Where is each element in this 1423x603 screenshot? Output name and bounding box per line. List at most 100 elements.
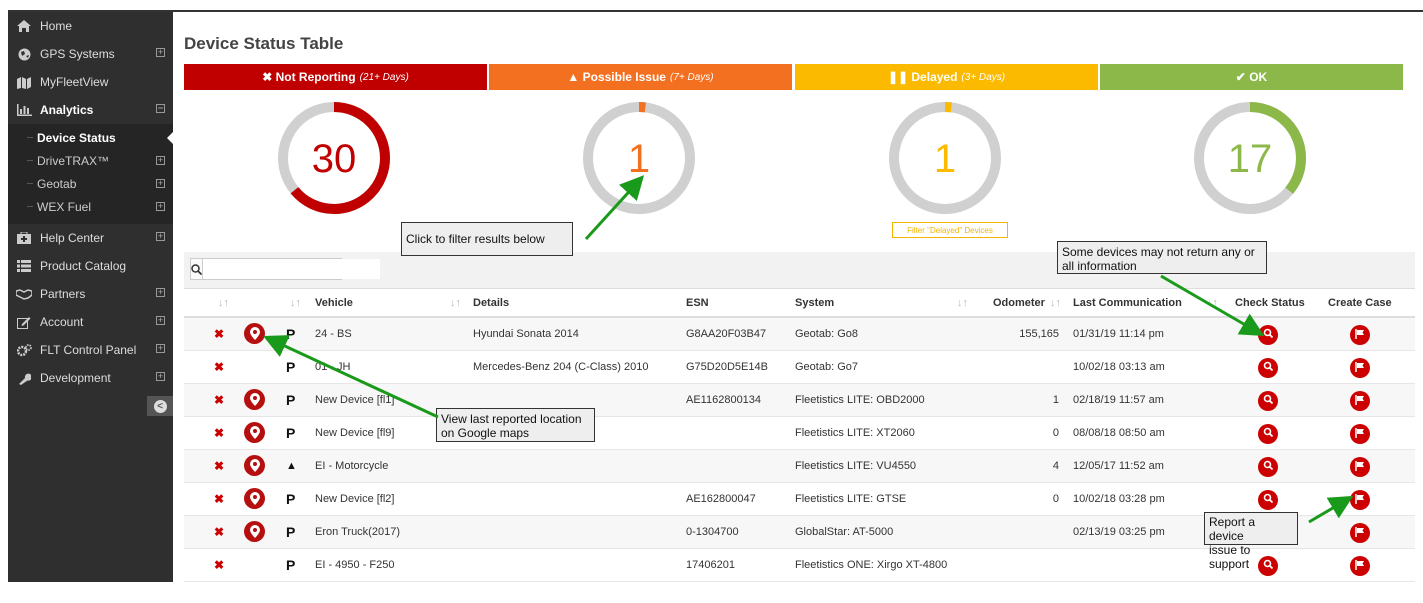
- status-header[interactable]: ✖ Not Reporting (21+ Days): [184, 64, 487, 90]
- search-input[interactable]: [203, 259, 380, 279]
- sidebar-item-myfleetview[interactable]: MyFleetView: [8, 68, 173, 96]
- sort-icon[interactable]: ↓↑: [450, 297, 461, 309]
- status-label: OK: [1249, 70, 1268, 84]
- create-case-button[interactable]: [1350, 457, 1370, 477]
- sidebar-subitem-device-status[interactable]: Device Status: [8, 126, 173, 149]
- subitem-label: WEX Fuel: [37, 199, 92, 214]
- donut-gauge[interactable]: 1: [887, 100, 1003, 216]
- check-status-button[interactable]: [1258, 325, 1278, 345]
- cell-last-communication: 01/31/19 11:14 pm: [1073, 328, 1164, 340]
- cell-odometer: 1: [1052, 394, 1059, 406]
- create-case-button[interactable]: [1350, 490, 1370, 510]
- expand-icon[interactable]: +: [156, 179, 165, 188]
- search-icon: [1263, 328, 1274, 342]
- create-case-button[interactable]: [1350, 358, 1370, 378]
- col-create-case: Create Case: [1328, 297, 1392, 309]
- callout-text: issue to support: [1209, 543, 1251, 571]
- cell-vehicle: EI - Motorcycle: [315, 460, 389, 472]
- cell-system: Geotab: Go8: [795, 328, 858, 340]
- status-header[interactable]: ▲ Possible Issue (7+ Days): [489, 64, 792, 90]
- map-pin-icon[interactable]: [244, 389, 265, 410]
- sidebar-item-analytics[interactable]: Analytics −: [8, 96, 173, 124]
- filter-delayed-button[interactable]: Filter "Delayed" Devices: [892, 222, 1008, 238]
- create-case-button[interactable]: [1350, 424, 1370, 444]
- expand-icon[interactable]: +: [156, 288, 165, 297]
- col-last-communication[interactable]: Last Communication: [1073, 297, 1182, 309]
- status-header[interactable]: ✔ OK: [1100, 64, 1403, 90]
- col-esn[interactable]: ESN: [686, 297, 709, 309]
- sidebar-item-account[interactable]: Account +: [8, 308, 173, 336]
- donut-gauge[interactable]: 1: [581, 100, 697, 216]
- donut-gauge[interactable]: 17: [1192, 100, 1308, 216]
- sort-icon[interactable]: ↓↑: [218, 297, 229, 309]
- sidebar-collapse-button[interactable]: <: [147, 396, 173, 416]
- sidebar-item-gps-systems[interactable]: GPS Systems +: [8, 40, 173, 68]
- callout-google-maps: View last reported location on Google map…: [436, 408, 595, 442]
- expand-icon[interactable]: +: [156, 232, 165, 241]
- map-pin-icon[interactable]: [244, 521, 265, 542]
- search-icon: [191, 259, 203, 279]
- status-label: Possible Issue: [582, 70, 666, 84]
- sidebar-item-flt-control-panel[interactable]: FLT Control Panel +: [8, 336, 173, 364]
- search-icon: [1263, 361, 1274, 375]
- sort-icon[interactable]: ↓↑: [957, 297, 968, 309]
- check-status-button[interactable]: [1258, 457, 1278, 477]
- check-status-button[interactable]: [1258, 391, 1278, 411]
- sidebar-subitem-geotab[interactable]: Geotab +: [8, 172, 173, 195]
- sidebar-item-partners[interactable]: Partners +: [8, 280, 173, 308]
- expand-icon[interactable]: +: [156, 316, 165, 325]
- flag-icon: [1355, 493, 1365, 507]
- expand-icon[interactable]: +: [156, 156, 165, 165]
- sidebar-item-product-catalog[interactable]: Product Catalog: [8, 252, 173, 280]
- col-vehicle[interactable]: Vehicle: [315, 297, 353, 309]
- expand-icon[interactable]: +: [156, 202, 165, 211]
- edit-icon: [16, 315, 32, 329]
- sidebar-item-label: Account: [40, 315, 84, 329]
- status-card-delayed[interactable]: ❚❚ Delayed (3+ Days) 1 Filter "Delayed" D…: [795, 64, 1098, 264]
- create-case-button[interactable]: [1350, 391, 1370, 411]
- col-system[interactable]: System: [795, 297, 834, 309]
- expand-icon[interactable]: +: [156, 372, 165, 381]
- sidebar-item-development[interactable]: Development +: [8, 364, 173, 392]
- collapse-icon[interactable]: −: [156, 104, 165, 113]
- vehicle-type-label: P: [286, 392, 296, 408]
- col-details[interactable]: Details: [473, 297, 509, 309]
- sort-icon[interactable]: ↓↑: [1207, 297, 1218, 309]
- status-card-ok[interactable]: ✔ OK 17: [1100, 64, 1403, 264]
- create-case-button[interactable]: [1350, 523, 1370, 543]
- expand-icon[interactable]: +: [156, 48, 165, 57]
- check-status-button[interactable]: [1258, 490, 1278, 510]
- map-pin-icon[interactable]: [244, 488, 265, 509]
- create-case-button[interactable]: [1350, 556, 1370, 576]
- flag-icon: [1355, 427, 1365, 441]
- vehicle-type-label: P: [286, 359, 296, 375]
- sidebar-item-home[interactable]: Home: [8, 12, 173, 40]
- callout-text: on Google maps: [441, 426, 530, 440]
- expand-icon[interactable]: +: [156, 344, 165, 353]
- subitem-label: Geotab: [37, 176, 77, 191]
- flag-icon: [1355, 526, 1365, 540]
- not-reporting-x-icon: ✖: [214, 360, 225, 374]
- map-pin-icon[interactable]: [244, 422, 265, 443]
- handshake-icon: [16, 287, 32, 301]
- sidebar-item-label: Analytics: [40, 103, 94, 117]
- map-pin-icon[interactable]: [244, 323, 265, 344]
- create-case-button[interactable]: [1350, 325, 1370, 345]
- flag-icon: [1355, 559, 1365, 573]
- cell-esn: AE1162800134: [686, 394, 762, 406]
- sort-icon[interactable]: ↓↑: [290, 297, 301, 309]
- status-header[interactable]: ❚❚ Delayed (3+ Days): [795, 64, 1098, 90]
- col-check-status: Check Status: [1235, 297, 1305, 309]
- sidebar-subitem-drivetrax[interactable]: DriveTRAX™ +: [8, 149, 173, 172]
- check-status-button[interactable]: [1258, 358, 1278, 378]
- sidebar-item-help-center[interactable]: Help Center +: [8, 224, 173, 252]
- check-status-button[interactable]: [1258, 424, 1278, 444]
- not-reporting-x-icon: ✖: [214, 492, 225, 506]
- sort-icon[interactable]: ↓↑: [1050, 297, 1061, 309]
- callout-no-info: Some devices may not return any or all in…: [1057, 241, 1267, 274]
- search-icon: [1263, 394, 1274, 408]
- sidebar-subitem-wex-fuel[interactable]: WEX Fuel +: [8, 195, 173, 218]
- col-odometer[interactable]: Odometer: [993, 297, 1045, 309]
- map-pin-icon[interactable]: [244, 455, 265, 476]
- donut-gauge[interactable]: 30: [276, 100, 392, 216]
